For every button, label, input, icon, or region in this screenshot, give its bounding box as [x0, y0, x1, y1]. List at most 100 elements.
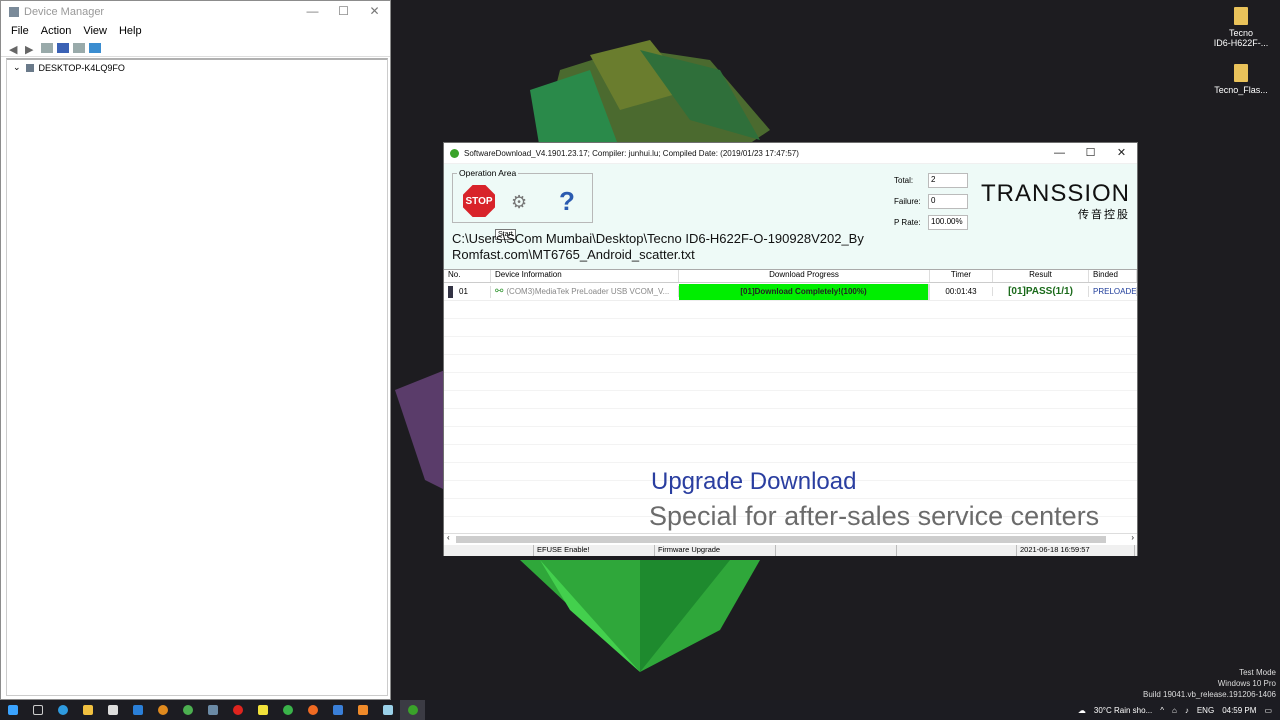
device-info: (COM3)MediaTek PreLoader USB VCOM_V... — [506, 287, 670, 296]
title-bar[interactable]: SoftwareDownload_V4.1901.23.17; Compiler… — [444, 143, 1137, 163]
status-bar: EFUSE Enable! Firmware Upgrade 2021-06-1… — [444, 545, 1137, 556]
logo-subtext: 传音控股 — [1078, 209, 1131, 221]
help-icon[interactable] — [57, 42, 69, 53]
scroll-right-icon[interactable]: › — [1131, 533, 1134, 542]
progress-bar: [01]Download Completely!(100%) — [679, 283, 929, 300]
window-controls: — ☐ ✕ — [1044, 143, 1137, 163]
menu-view[interactable]: View — [83, 25, 107, 37]
edge-icon[interactable] — [50, 700, 75, 720]
taskbar: ☁ 30°C Rain sho... ^ ⌂ ♪ ENG 04:59 PM ▭ — [0, 700, 1280, 720]
software-download-window: SoftwareDownload_V4.1901.23.17; Compiler… — [443, 142, 1138, 556]
language-indicator[interactable]: ENG — [1197, 706, 1214, 715]
task-view-icon[interactable] — [25, 700, 50, 720]
column-header[interactable]: Download Progress — [679, 270, 930, 282]
toolbar: ◀ ▶ — [1, 39, 390, 57]
status-efuse: EFUSE Enable! — [534, 545, 655, 556]
scroll-left-icon[interactable]: ‹ — [447, 533, 450, 542]
close-icon[interactable]: ✕ — [1106, 143, 1137, 163]
device-manager-window: Device Manager — ☐ ✕ File Action View He… — [0, 0, 391, 700]
column-header[interactable]: Result — [993, 270, 1089, 282]
menu-help[interactable]: Help — [119, 25, 142, 37]
stop-button[interactable]: STOP — [463, 185, 495, 217]
table-row[interactable]: 01 ⚯ (COM3)MediaTek PreLoader USB VCOM_V.… — [444, 283, 1137, 301]
menu-action[interactable]: Action — [41, 25, 72, 37]
tree-node-label: DESKTOP-K4LQ9FO — [38, 62, 125, 73]
total-field: 2 — [928, 173, 968, 188]
maximize-icon[interactable]: ☐ — [328, 1, 359, 23]
device-manager-icon — [9, 7, 19, 17]
device-info-cell: ⚯ (COM3)MediaTek PreLoader USB VCOM_V... — [491, 286, 679, 297]
weather-text[interactable]: 30°C Rain sho... — [1094, 706, 1152, 715]
software-download-taskbar-icon[interactable] — [400, 700, 425, 720]
failure-label: Failure: — [894, 197, 921, 206]
operation-area: Operation Area STOP ⚙ ? Start — [452, 168, 593, 240]
menu-bar: File Action View Help — [1, 23, 390, 39]
windows-watermark: Test Mode Windows 10 Pro Build 19041.vb_… — [1143, 667, 1276, 700]
minimize-icon[interactable]: — — [1044, 143, 1075, 163]
notepad-icon[interactable] — [375, 700, 400, 720]
upgrade-download-watermark: Upgrade Download — [651, 468, 857, 495]
weather-icon[interactable]: ☁ — [1078, 706, 1086, 715]
mail-icon[interactable] — [125, 700, 150, 720]
row-number: 01 — [459, 286, 468, 296]
scrollbar-thumb[interactable] — [456, 536, 1106, 543]
file-explorer-icon[interactable] — [75, 700, 100, 720]
network-icon[interactable]: ⌂ — [1172, 706, 1177, 715]
forward-icon[interactable]: ▶ — [25, 43, 37, 56]
sticky-notes-icon[interactable] — [250, 700, 275, 720]
tree-node-root[interactable]: ⌄ DESKTOP-K4LQ9FO — [7, 60, 387, 75]
window-title: SoftwareDownload_V4.1901.23.17; Compiler… — [464, 148, 799, 158]
total-label: Total: — [894, 176, 914, 185]
app-icon[interactable] — [200, 700, 225, 720]
column-header[interactable]: Device Information — [491, 270, 679, 282]
app-icon[interactable] — [350, 700, 375, 720]
progress-cell: [01]Download Completely!(100%) — [679, 283, 930, 300]
close-icon[interactable]: ✕ — [359, 1, 390, 23]
properties-icon[interactable] — [41, 42, 53, 53]
notification-icon[interactable]: ▭ — [1264, 706, 1272, 715]
desktop-icon-folder[interactable]: Tecno_Flas... — [1211, 64, 1271, 95]
volume-icon[interactable]: ♪ — [1185, 706, 1189, 715]
settings-gear-icon[interactable]: ⚙ — [511, 192, 527, 213]
top-panel: Operation Area STOP ⚙ ? Start Total: 2 F… — [444, 164, 1137, 269]
view-icon[interactable] — [73, 42, 85, 53]
service-centers-watermark: Special for after-sales service centers — [649, 501, 1100, 531]
result-cell: [01]PASS(1/1) — [993, 286, 1089, 297]
folder-icon — [1234, 64, 1248, 82]
desktop-icon-label: Tecno — [1228, 28, 1254, 38]
transsion-logo: TRANSSION 传音控股 — [981, 180, 1130, 222]
computer-icon — [25, 63, 34, 72]
path-line: Romfast.com\MT6765_Android_scatter.txt — [452, 247, 695, 262]
chevron-down-icon[interactable]: ⌄ — [13, 62, 21, 73]
app-icon[interactable] — [325, 700, 350, 720]
status-cell — [776, 545, 897, 556]
app-icon[interactable] — [275, 700, 300, 720]
search-tool-icon[interactable] — [150, 700, 175, 720]
horizontal-scrollbar[interactable]: ‹ › — [444, 533, 1137, 545]
monitor-icon[interactable] — [89, 42, 101, 53]
column-header[interactable]: No. — [444, 270, 491, 282]
desktop-icon-folder[interactable]: Tecno ID6-H622F-... — [1211, 7, 1271, 48]
prate-label: P Rate: — [894, 218, 921, 227]
maximize-icon[interactable]: ☐ — [1075, 143, 1106, 163]
chrome-icon[interactable] — [175, 700, 200, 720]
start-windows-icon[interactable] — [0, 700, 25, 720]
column-header[interactable]: Timer — [930, 270, 993, 282]
operation-area-label: Operation Area — [457, 168, 519, 178]
menu-file[interactable]: File — [11, 25, 29, 37]
chevron-up-icon[interactable]: ^ — [1160, 706, 1164, 715]
clock[interactable]: 04:59 PM — [1222, 706, 1256, 715]
minimize-icon[interactable]: — — [297, 1, 328, 23]
opera-icon[interactable] — [225, 700, 250, 720]
help-button[interactable]: ? — [559, 186, 575, 217]
status-mode: Firmware Upgrade — [655, 545, 776, 556]
logo-text: TRANSSION — [981, 180, 1131, 207]
status-cell — [444, 545, 534, 556]
folder-icon — [1234, 7, 1248, 25]
back-icon[interactable]: ◀ — [9, 43, 21, 56]
prate-field: 100.00% — [928, 215, 968, 230]
firefox-icon[interactable] — [300, 700, 325, 720]
path-line: C:\Users\SCom Mumbai\Desktop\Tecno ID6-H… — [452, 231, 864, 246]
column-header[interactable]: Binded — [1089, 270, 1137, 282]
store-icon[interactable] — [100, 700, 125, 720]
